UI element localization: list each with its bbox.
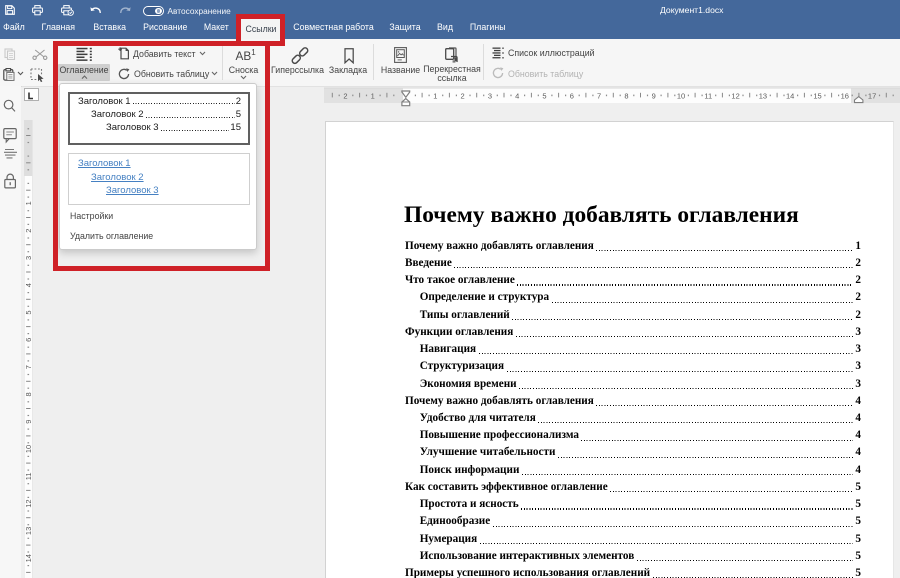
svg-text:7: 7: [24, 365, 33, 369]
svg-text:3: 3: [488, 92, 492, 101]
svg-text:12: 12: [731, 92, 739, 101]
svg-text:2: 2: [343, 92, 347, 101]
svg-text:17: 17: [868, 92, 876, 101]
svg-text:14: 14: [786, 92, 794, 101]
svg-text:6: 6: [570, 92, 574, 101]
svg-text:13: 13: [759, 92, 767, 101]
svg-text:12: 12: [24, 499, 33, 507]
svg-text:4: 4: [515, 92, 519, 101]
svg-text:16: 16: [841, 92, 849, 101]
svg-text:1: 1: [371, 92, 375, 101]
svg-text:2: 2: [461, 92, 465, 101]
svg-text:11: 11: [704, 92, 712, 101]
svg-text:13: 13: [24, 527, 33, 535]
svg-text:14: 14: [24, 554, 33, 562]
svg-text:9: 9: [652, 92, 656, 101]
svg-text:11: 11: [24, 472, 33, 480]
svg-text:9: 9: [24, 420, 33, 424]
svg-text:15: 15: [813, 92, 821, 101]
svg-text:5: 5: [542, 92, 546, 101]
svg-text:2: 2: [24, 229, 33, 233]
svg-text:7: 7: [597, 92, 601, 101]
svg-text:4: 4: [24, 283, 33, 287]
svg-text:5: 5: [24, 310, 33, 314]
svg-text:1: 1: [433, 92, 437, 101]
svg-text:10: 10: [677, 92, 685, 101]
svg-text:6: 6: [24, 338, 33, 342]
svg-text:10: 10: [24, 445, 33, 453]
svg-text:1: 1: [24, 201, 33, 205]
svg-text:8: 8: [624, 92, 628, 101]
svg-text:3: 3: [24, 256, 33, 260]
svg-text:8: 8: [24, 392, 33, 396]
